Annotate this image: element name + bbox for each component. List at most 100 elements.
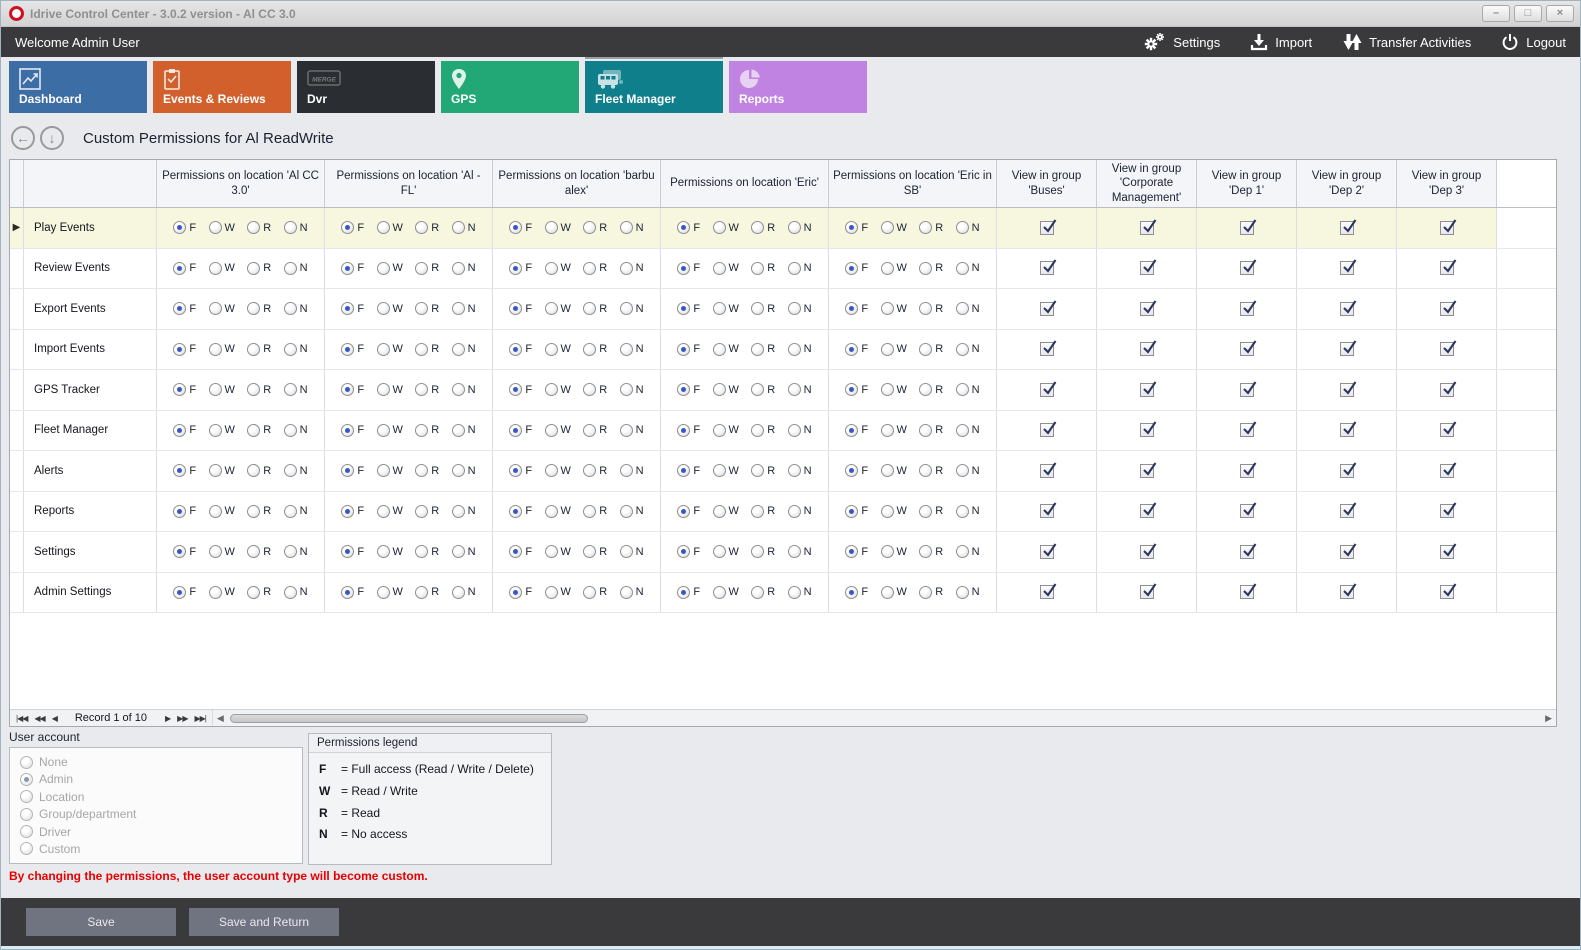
permission-option-w[interactable]: W (209, 505, 235, 518)
permission-option-r[interactable]: R (247, 424, 271, 437)
permission-option-n[interactable]: N (956, 383, 980, 396)
radio-w[interactable] (545, 343, 558, 356)
permission-option-r[interactable]: R (247, 505, 271, 518)
table-row[interactable]: Fleet ManagerFWRNFWRNFWRNFWRNFWRN (10, 411, 1556, 452)
radio-n[interactable] (788, 424, 801, 437)
radio-w[interactable] (713, 424, 726, 437)
permission-option-w[interactable]: W (713, 586, 739, 599)
permission-option-f[interactable]: F (845, 343, 868, 356)
permission-option-f[interactable]: F (341, 262, 364, 275)
group-checkbox[interactable] (1040, 423, 1054, 437)
permission-option-n[interactable]: N (620, 464, 644, 477)
back-button[interactable]: ← (11, 126, 35, 150)
radio-f[interactable] (173, 262, 186, 275)
radio-f[interactable] (173, 221, 186, 234)
radio-n[interactable] (284, 262, 297, 275)
permission-option-w[interactable]: W (209, 302, 235, 315)
permission-option-f[interactable]: F (845, 383, 868, 396)
scroll-left-icon[interactable]: ◀ (217, 713, 224, 724)
permission-option-f[interactable]: F (173, 505, 196, 518)
topbar-action-logout[interactable]: Logout (1501, 33, 1566, 51)
group-checkbox[interactable] (1440, 504, 1454, 518)
permission-option-r[interactable]: R (583, 505, 607, 518)
radio-n[interactable] (956, 383, 969, 396)
group-checkbox[interactable] (1040, 585, 1054, 599)
permission-option-n[interactable]: N (452, 343, 476, 356)
permission-option-r[interactable]: R (919, 586, 943, 599)
radio-w[interactable] (377, 464, 390, 477)
prev-record-icon[interactable]: ◀ (52, 714, 57, 723)
permission-option-w[interactable]: W (545, 302, 571, 315)
permission-option-f[interactable]: F (173, 343, 196, 356)
permission-option-w[interactable]: W (377, 464, 403, 477)
radio-w[interactable] (209, 545, 222, 558)
permission-option-w[interactable]: W (713, 545, 739, 558)
permission-option-n[interactable]: N (452, 262, 476, 275)
permission-option-r[interactable]: R (919, 343, 943, 356)
topbar-action-import[interactable]: Import (1250, 33, 1312, 51)
permission-option-f[interactable]: F (677, 424, 700, 437)
permission-option-f[interactable]: F (173, 302, 196, 315)
radio-r[interactable] (583, 262, 596, 275)
permission-option-r[interactable]: R (919, 262, 943, 275)
radio-f[interactable] (173, 424, 186, 437)
header-group-column[interactable]: View in group 'Dep 1' (1197, 160, 1297, 207)
permission-option-f[interactable]: F (845, 302, 868, 315)
radio-n[interactable] (788, 302, 801, 315)
group-checkbox[interactable] (1140, 504, 1154, 518)
scroll-right-icon[interactable]: ▶ (1545, 713, 1552, 724)
group-checkbox[interactable] (1340, 464, 1354, 478)
permission-option-w[interactable]: W (209, 424, 235, 437)
permission-option-r[interactable]: R (415, 586, 439, 599)
radio-w[interactable] (377, 343, 390, 356)
radio-w[interactable] (545, 262, 558, 275)
radio-r[interactable] (919, 586, 932, 599)
permission-option-r[interactable]: R (415, 505, 439, 518)
radio-f[interactable] (509, 545, 522, 558)
radio-f[interactable] (845, 302, 858, 315)
radio-n[interactable] (452, 262, 465, 275)
permission-option-r[interactable]: R (247, 262, 271, 275)
permission-option-w[interactable]: W (881, 586, 907, 599)
permission-option-r[interactable]: R (919, 221, 943, 234)
radio-f[interactable] (341, 424, 354, 437)
radio-w[interactable] (545, 302, 558, 315)
permission-option-f[interactable]: F (845, 262, 868, 275)
radio-w[interactable] (209, 343, 222, 356)
radio-w[interactable] (545, 221, 558, 234)
radio-n[interactable] (284, 545, 297, 558)
save-and-return-button[interactable]: Save and Return (189, 908, 339, 936)
radio-f[interactable] (173, 383, 186, 396)
group-checkbox[interactable] (1440, 423, 1454, 437)
radio-r[interactable] (919, 262, 932, 275)
radio-f[interactable] (509, 262, 522, 275)
permission-option-n[interactable]: N (620, 586, 644, 599)
permission-option-f[interactable]: F (509, 302, 532, 315)
permission-option-f[interactable]: F (509, 545, 532, 558)
topbar-action-settings[interactable]: Settings (1142, 32, 1220, 52)
permission-option-f[interactable]: F (677, 464, 700, 477)
permission-option-f[interactable]: F (677, 545, 700, 558)
permission-option-f[interactable]: F (173, 221, 196, 234)
group-checkbox[interactable] (1040, 302, 1054, 316)
group-checkbox[interactable] (1140, 221, 1154, 235)
radio-n[interactable] (956, 586, 969, 599)
table-row[interactable]: ReportsFWRNFWRNFWRNFWRNFWRN (10, 492, 1556, 533)
radio-w[interactable] (377, 424, 390, 437)
permission-option-f[interactable]: F (173, 262, 196, 275)
radio-n[interactable] (620, 505, 633, 518)
permission-option-w[interactable]: W (713, 302, 739, 315)
permission-option-n[interactable]: N (284, 505, 308, 518)
permission-option-f[interactable]: F (845, 586, 868, 599)
permission-option-w[interactable]: W (209, 343, 235, 356)
radio-f[interactable] (845, 343, 858, 356)
radio-f[interactable] (341, 221, 354, 234)
radio-w[interactable] (881, 383, 894, 396)
radio-f[interactable] (509, 505, 522, 518)
radio-w[interactable] (209, 302, 222, 315)
permission-option-w[interactable]: W (377, 424, 403, 437)
radio-w[interactable] (377, 505, 390, 518)
group-checkbox[interactable] (1440, 302, 1454, 316)
radio-w[interactable] (209, 383, 222, 396)
radio-n[interactable] (452, 343, 465, 356)
